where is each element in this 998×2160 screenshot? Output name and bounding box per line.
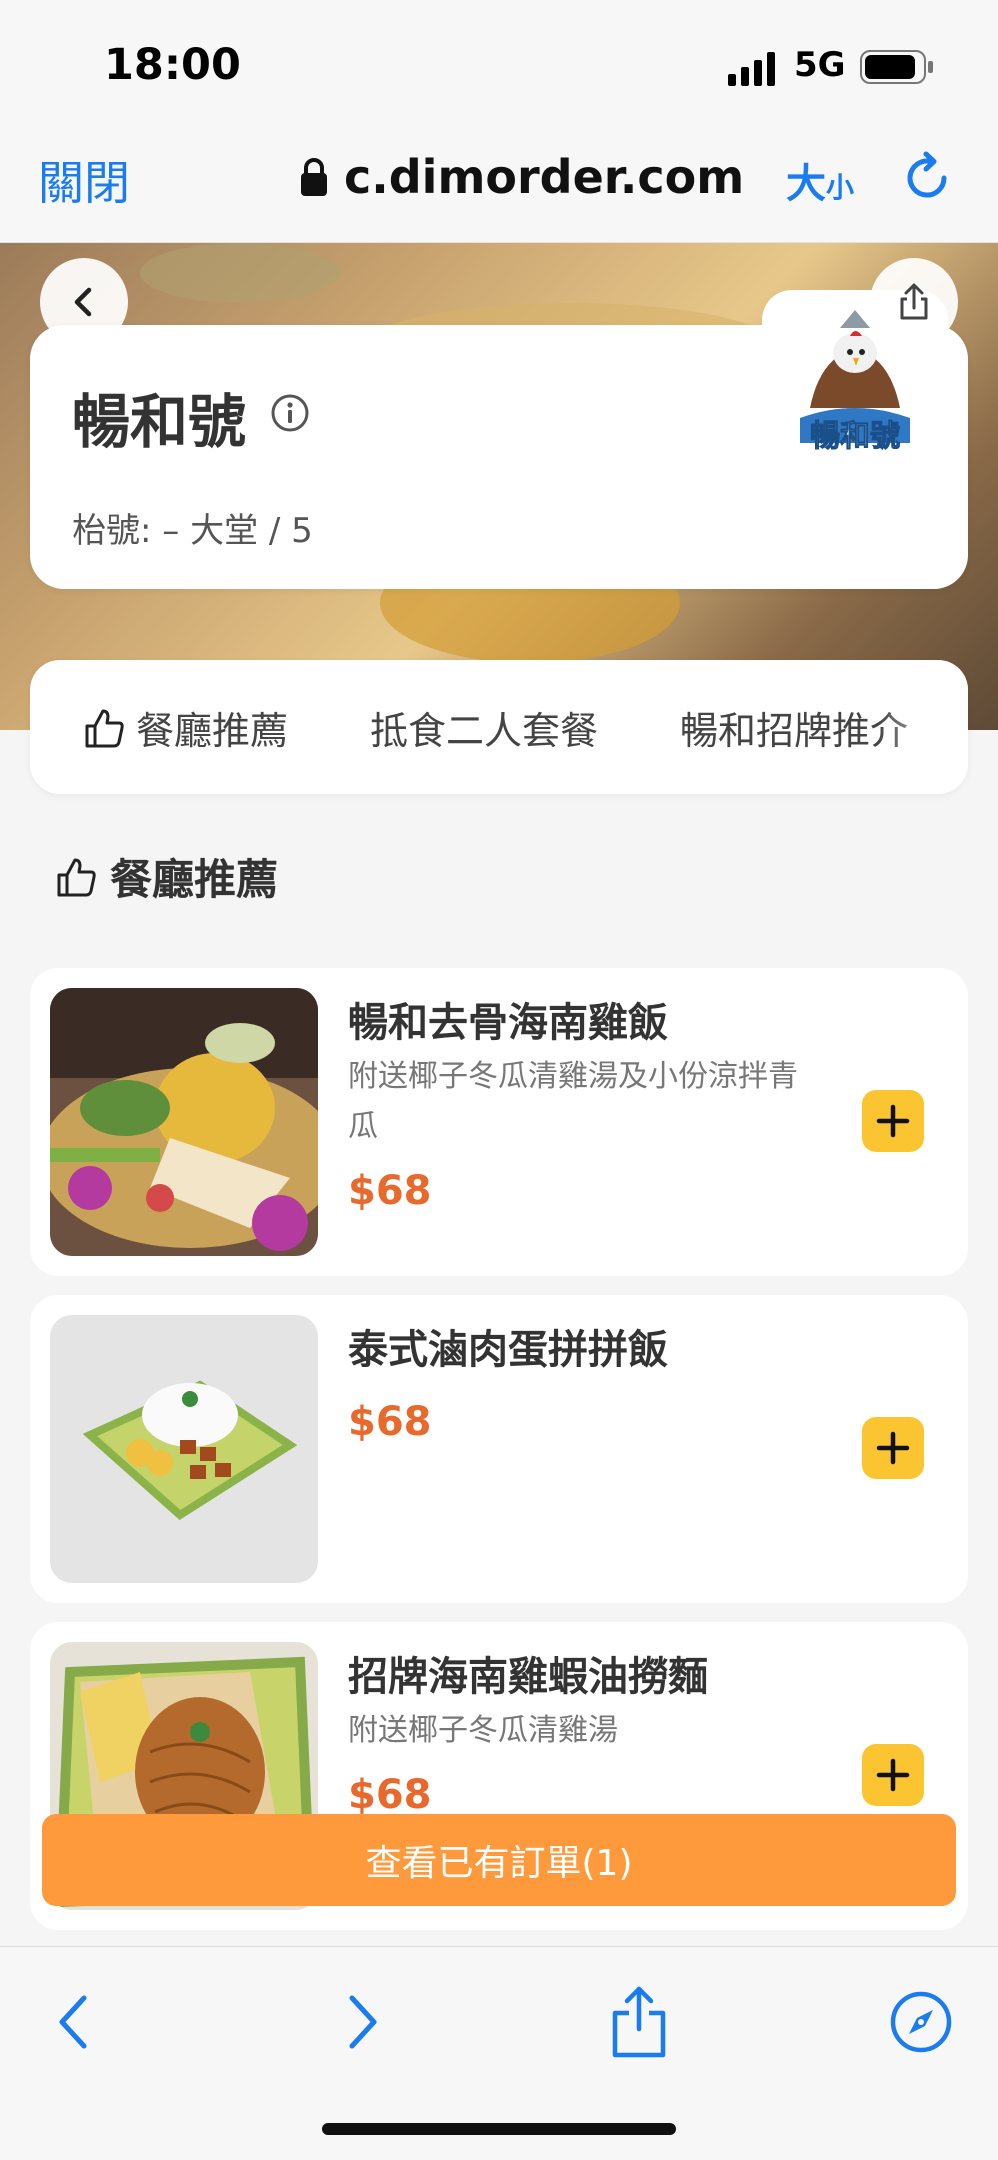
section-title-text: 餐廳推薦 [110, 855, 279, 904]
view-orders-label: 查看已有訂單(1) [365, 1843, 633, 1884]
share-icon [900, 283, 928, 320]
thumbs-up-icon [57, 858, 96, 896]
item-name: 暢和去骨海南雞飯 [348, 1000, 668, 1046]
table-number: 枱號: – 大堂 / 5 [72, 511, 313, 551]
tab-label: 暢和招牌推介 [680, 709, 909, 753]
plus-icon [876, 1758, 910, 1792]
thumbs-up-icon [85, 709, 124, 747]
food-photo [50, 1315, 318, 1583]
close-button[interactable]: 關閉 [38, 147, 130, 213]
share-icon [612, 1986, 666, 2058]
address-bar[interactable]: c.dimorder.com [300, 147, 744, 207]
add-to-cart-button[interactable] [862, 1090, 924, 1152]
plus-icon [876, 1431, 910, 1465]
logo-text: 暢和號 [810, 419, 900, 454]
item-price: $68 [348, 1772, 432, 1818]
text-size-button[interactable]: 大小 [786, 151, 854, 209]
screen: 18:00 5G 關閉 c.dimorder.com 大小 暢和號 枱號: – … [0, 0, 998, 2160]
reload-icon[interactable] [900, 151, 954, 205]
share-button[interactable] [870, 258, 958, 346]
url-text: c.dimorder.com [344, 150, 745, 204]
add-to-cart-button[interactable] [862, 1744, 924, 1806]
text-size-big-label: 大 [786, 161, 826, 207]
menu-item[interactable]: 暢和去骨海南雞飯 附送椰子冬瓜清雞湯及小份涼拌青瓜 $68 [30, 968, 968, 1276]
browser-back-button[interactable] [40, 1987, 110, 2057]
chevron-left-icon [74, 287, 92, 317]
tab-label: 抵食二人套餐 [370, 709, 599, 753]
browser-share-button[interactable] [604, 1986, 674, 2058]
tab-signature-picks[interactable]: 暢和招牌推介 [680, 700, 908, 755]
section-title: 餐廳推薦 [54, 846, 278, 907]
compass-icon [890, 1991, 952, 2053]
item-description: 附送椰子冬瓜清雞湯 [348, 1713, 618, 1748]
tab-restaurant-recommend[interactable]: 餐廳推薦 [82, 700, 288, 755]
status-time: 18:00 [104, 40, 241, 90]
battery-icon [860, 50, 933, 84]
view-orders-button[interactable]: 查看已有訂單(1) [42, 1814, 956, 1906]
tabs-fade [878, 660, 968, 794]
item-price: $68 [348, 1168, 432, 1214]
signal-icon [728, 52, 775, 86]
menu-item[interactable]: 泰式滷肉蛋拼拼飯 $68 [30, 1295, 968, 1603]
add-to-cart-button[interactable] [862, 1417, 924, 1479]
restaurant-name: 暢和號 [72, 388, 247, 456]
category-tabs: 餐廳推薦 抵食二人套餐 暢和招牌推介 [30, 660, 968, 794]
food-photo [50, 988, 318, 1256]
item-description: 附送椰子冬瓜清雞湯及小份涼拌青瓜 [348, 1059, 798, 1144]
item-price: $68 [348, 1399, 432, 1445]
browser-bar: 關閉 c.dimorder.com 大小 [0, 125, 998, 243]
item-name: 招牌海南雞蝦油撈麵 [348, 1654, 708, 1700]
item-name: 泰式滷肉蛋拼拼飯 [348, 1327, 668, 1373]
plus-icon [876, 1104, 910, 1138]
lock-icon [301, 158, 327, 196]
browser-compass-button[interactable] [886, 1987, 956, 2057]
home-indicator [322, 2123, 676, 2135]
browser-forward-button[interactable] [326, 1987, 396, 2057]
chevron-right-icon [349, 1995, 377, 2049]
tab-label: 餐廳推薦 [136, 709, 289, 753]
status-bar: 18:00 5G [0, 0, 998, 125]
text-size-small-label: 小 [826, 171, 855, 204]
info-icon[interactable] [270, 393, 310, 433]
chevron-left-icon [59, 1995, 87, 2049]
browser-toolbar [0, 1946, 998, 2160]
network-label: 5G [794, 45, 846, 85]
tab-value-set-for-two[interactable]: 抵食二人套餐 [370, 700, 598, 755]
